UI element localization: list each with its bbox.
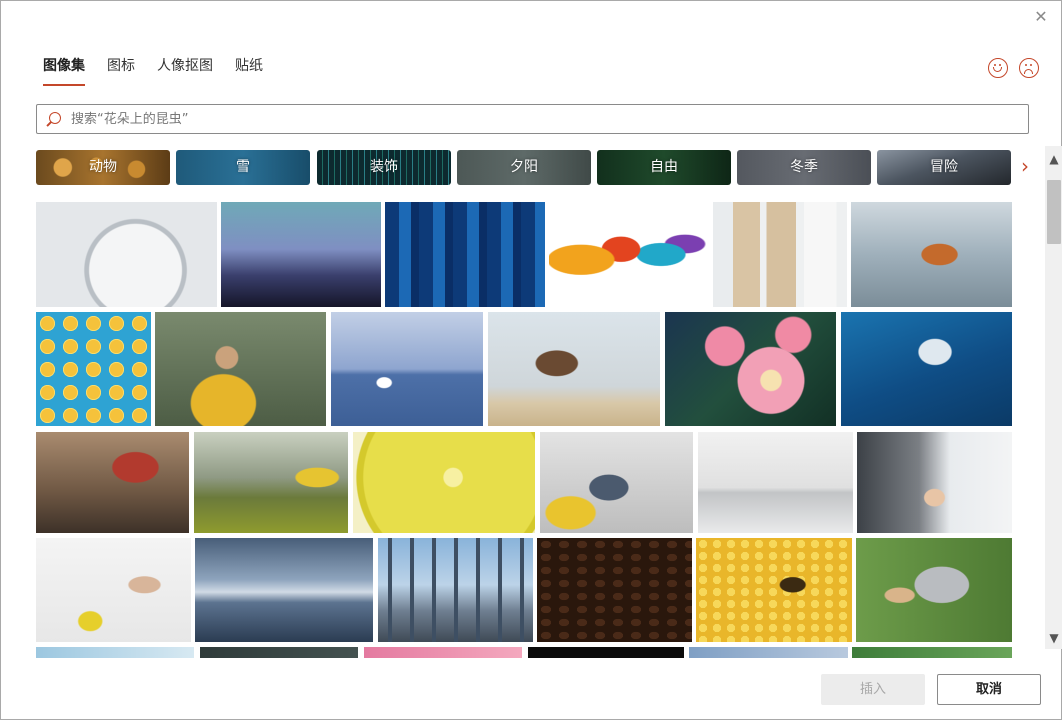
search-icon — [49, 112, 61, 124]
image-concert-crowd[interactable] — [221, 202, 381, 307]
image-woodworking-hands[interactable] — [36, 432, 189, 533]
image-sailboat[interactable] — [331, 312, 483, 426]
scroll-thumb[interactable] — [1047, 180, 1061, 244]
image-woman-in-rain[interactable] — [155, 312, 326, 426]
category-snow[interactable]: 雪 — [176, 150, 310, 185]
image-grid — [36, 202, 1012, 658]
category-label: 雪 — [236, 159, 250, 175]
search-box — [36, 104, 1029, 134]
tab-stickers[interactable]: 贴纸 — [235, 57, 263, 87]
frown-face-icon[interactable] — [1019, 58, 1039, 78]
image-blueprint-drawing[interactable] — [36, 538, 191, 642]
image-partial-1[interactable] — [36, 647, 194, 658]
image-baseball-batter[interactable] — [856, 538, 1012, 642]
image-modern-kitchen[interactable] — [698, 432, 853, 533]
category-adventure[interactable]: 冒险 — [877, 150, 1011, 185]
dialog: ✕ 图像集 图标 人像抠图 贴纸 动物 雪 装饰 夕阳 自由 冬季 冒险 › — [0, 0, 1062, 720]
category-freedom[interactable]: 自由 — [597, 150, 731, 185]
tab-cutout-people[interactable]: 人像抠图 — [157, 57, 213, 87]
image-plumeria-flowers[interactable] — [665, 312, 836, 426]
category-sunset[interactable]: 夕阳 — [457, 150, 591, 185]
category-label: 冒险 — [930, 159, 958, 175]
category-label: 自由 — [650, 159, 678, 175]
image-falcon-in-flight[interactable] — [488, 312, 660, 426]
tab-icons[interactable]: 图标 — [107, 57, 135, 87]
image-partial-5[interactable] — [689, 647, 848, 658]
tab-image-collection[interactable]: 图像集 — [43, 57, 85, 87]
image-coffee-beans[interactable] — [537, 538, 692, 642]
insert-button[interactable]: 插入 — [821, 674, 925, 705]
scroll-up-icon[interactable]: ▲ — [1045, 150, 1062, 168]
image-skyscrapers[interactable] — [385, 202, 545, 307]
category-winter[interactable]: 冬季 — [737, 150, 871, 185]
image-bee-on-honeycomb[interactable] — [696, 538, 852, 642]
vertical-scrollbar[interactable]: ▲ ▼ — [1045, 146, 1062, 649]
category-strip: 动物 雪 装饰 夕阳 自由 冬季 冒险 — [36, 150, 1012, 185]
image-partial-2[interactable] — [200, 647, 358, 658]
category-label: 装饰 — [370, 159, 398, 175]
image-partial-6[interactable] — [852, 647, 1012, 658]
image-robotic-factory[interactable] — [851, 202, 1012, 307]
image-stopwatch[interactable] — [36, 202, 217, 307]
image-lemon-closeup[interactable] — [353, 432, 535, 533]
image-handshake[interactable] — [857, 432, 1012, 533]
search-input[interactable] — [71, 109, 1011, 129]
image-partial-3[interactable] — [364, 647, 522, 658]
image-partial-4[interactable] — [528, 647, 684, 658]
smiley-face-icon[interactable] — [988, 58, 1008, 78]
cancel-button[interactable]: 取消 — [937, 674, 1041, 705]
chevron-right-icon[interactable]: › — [1021, 156, 1037, 178]
image-icebergs[interactable] — [195, 538, 373, 642]
image-color-smoke[interactable] — [549, 202, 709, 307]
tab-bar: 图像集 图标 人像抠图 贴纸 — [43, 57, 285, 87]
image-hiker-mountains[interactable] — [194, 432, 348, 533]
category-label: 夕阳 — [510, 159, 538, 175]
scroll-down-icon[interactable]: ▼ — [1045, 629, 1062, 647]
category-decoration[interactable]: 装饰 — [317, 150, 451, 185]
close-icon[interactable]: ✕ — [1031, 7, 1051, 27]
category-label: 动物 — [89, 159, 117, 175]
image-microscope[interactable] — [841, 312, 1012, 426]
image-cotton-swab-jars[interactable] — [713, 202, 847, 307]
image-team-at-whiteboard[interactable] — [540, 432, 693, 533]
image-shanghai-skyline[interactable] — [378, 538, 533, 642]
category-animals[interactable]: 动物 — [36, 150, 170, 185]
image-lemon-slices-pattern[interactable] — [36, 312, 151, 426]
category-label: 冬季 — [790, 159, 818, 175]
